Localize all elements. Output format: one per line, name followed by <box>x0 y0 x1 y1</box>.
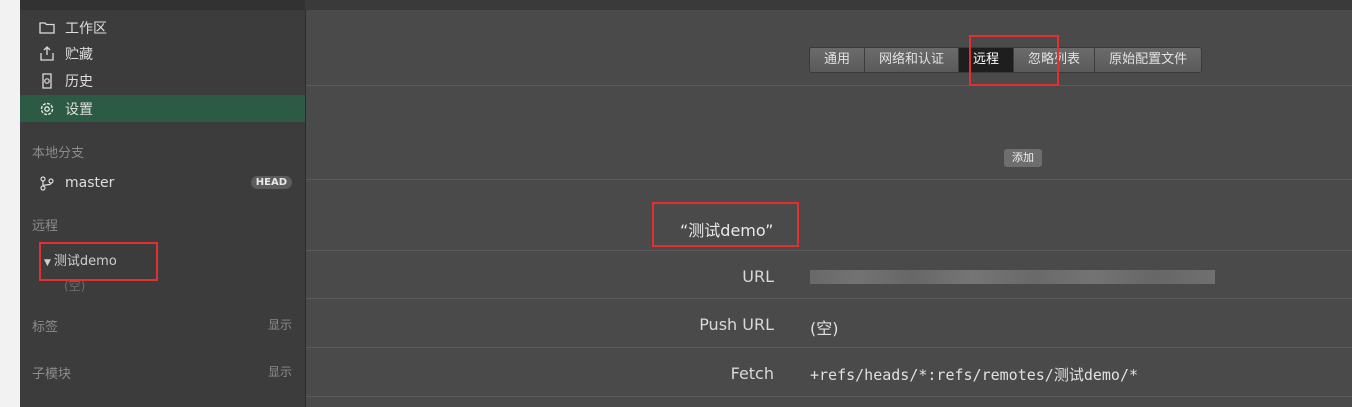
sidebar-item-label: 设置 <box>65 101 93 118</box>
left-gutter <box>0 0 20 407</box>
gear-icon <box>38 101 56 117</box>
branch-name: master <box>65 174 115 191</box>
tags-title: 标签 <box>32 320 59 335</box>
history-icon <box>38 72 56 89</box>
stash-icon <box>38 46 56 62</box>
head-badge: HEAD <box>250 176 292 189</box>
sidebar-item-label: 历史 <box>65 73 93 90</box>
push-url-value[interactable]: (空) <box>810 315 839 339</box>
fetch-value[interactable]: +refs/heads/*:refs/remotes/测试demo/* <box>810 364 1138 385</box>
tab-network-auth[interactable]: 网络和认证 <box>865 48 960 72</box>
divider <box>306 250 1352 251</box>
tab-general[interactable]: 通用 <box>810 48 866 72</box>
branch-icon <box>38 175 56 191</box>
add-remote-button[interactable]: 添加 <box>1004 149 1042 167</box>
tab-raw-config[interactable]: 原始配置文件 <box>1095 48 1202 72</box>
fetch-label: Fetch <box>730 364 774 383</box>
highlight-box-remote-title <box>652 202 799 247</box>
sidebar: 工作区 贮藏 历史 设置 本地分支 master HEAD 远程 ▼ 测试demo… <box>20 0 305 407</box>
divider <box>306 85 1352 86</box>
divider <box>306 179 1352 180</box>
sidebar-item-history[interactable]: 历史 <box>20 67 305 94</box>
highlight-box-remote-sidebar <box>39 242 158 281</box>
sidebar-item-settings[interactable]: 设置 <box>20 95 305 122</box>
local-branches-title: 本地分支 <box>32 146 85 161</box>
branch-item-master[interactable]: master HEAD <box>20 169 305 196</box>
divider <box>306 347 1352 348</box>
remotes-title: 远程 <box>32 219 59 234</box>
highlight-box-remote-tab <box>969 35 1059 86</box>
folder-icon <box>38 20 56 36</box>
url-value-redacted[interactable] <box>810 270 1215 284</box>
submodules-show-link[interactable]: 显示 <box>268 363 292 380</box>
sidebar-item-stash[interactable]: 贮藏 <box>20 40 305 67</box>
push-url-label: Push URL <box>699 315 774 334</box>
divider <box>306 298 1352 299</box>
sidebar-item-workspace[interactable]: 工作区 <box>20 14 305 41</box>
tags-show-link[interactable]: 显示 <box>268 316 292 333</box>
url-label: URL <box>742 267 774 286</box>
sidebar-item-label: 工作区 <box>65 20 107 37</box>
submodules-title: 子模块 <box>32 367 72 382</box>
sidebar-header <box>20 0 305 10</box>
settings-panel: 通用 网络和认证 远程 忽略列表 原始配置文件 添加 “测试demo” URL … <box>306 10 1352 407</box>
sidebar-item-label: 贮藏 <box>65 46 93 63</box>
divider <box>306 396 1352 397</box>
